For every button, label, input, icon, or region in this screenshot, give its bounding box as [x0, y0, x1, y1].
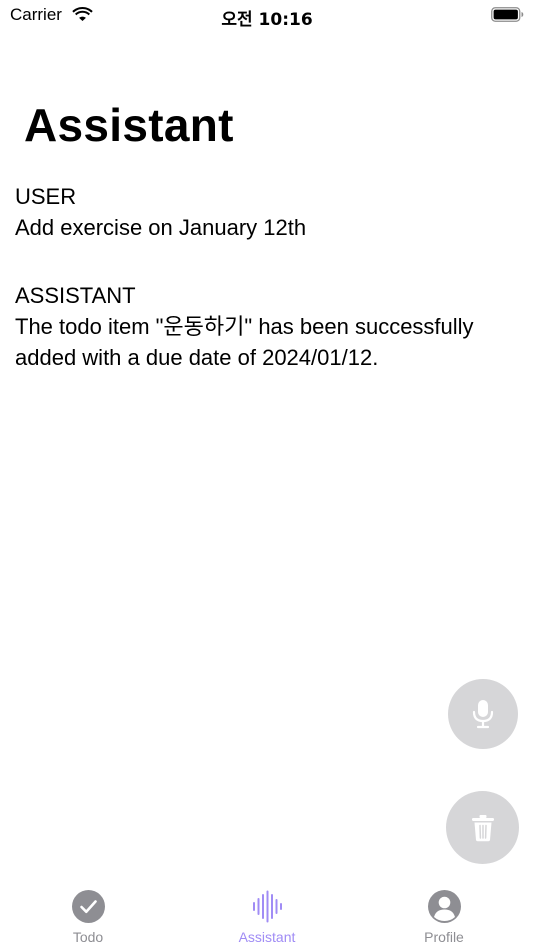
person-circle-icon: [428, 890, 461, 923]
microphone-icon: [472, 700, 494, 729]
message-role: USER: [15, 184, 77, 209]
message-assistant: ASSISTANT The todo item "운동하기" has been …: [15, 280, 495, 373]
status-time: 오전 10:16: [221, 10, 313, 30]
waveform-icon: [253, 890, 282, 923]
message-text: The todo item "운동하기" has been successful…: [15, 314, 474, 370]
battery-icon: [491, 7, 524, 22]
microphone-button[interactable]: [448, 679, 518, 749]
clear-conversation-button[interactable]: [446, 791, 519, 864]
tab-bar: Todo Assistant Profile: [0, 884, 534, 950]
message-role: ASSISTANT: [15, 283, 136, 308]
checkmark-circle-icon: [72, 890, 105, 923]
message-user: USER Add exercise on January 12th: [15, 181, 495, 243]
tab-assistant[interactable]: Assistant: [207, 884, 327, 950]
conversation-log: USER Add exercise on January 12th ASSIST…: [15, 181, 495, 373]
tab-label: Assistant: [238, 929, 296, 945]
tab-label: Todo: [72, 929, 104, 945]
trash-icon: [471, 814, 494, 841]
tab-profile[interactable]: Profile: [384, 884, 504, 950]
page-title: Assistant: [24, 99, 234, 151]
tab-todo[interactable]: Todo: [28, 884, 148, 950]
tab-label: Profile: [424, 929, 464, 945]
message-text: Add exercise on January 12th: [15, 215, 307, 240]
status-bar: Carrier 오전 10:16: [0, 0, 534, 32]
